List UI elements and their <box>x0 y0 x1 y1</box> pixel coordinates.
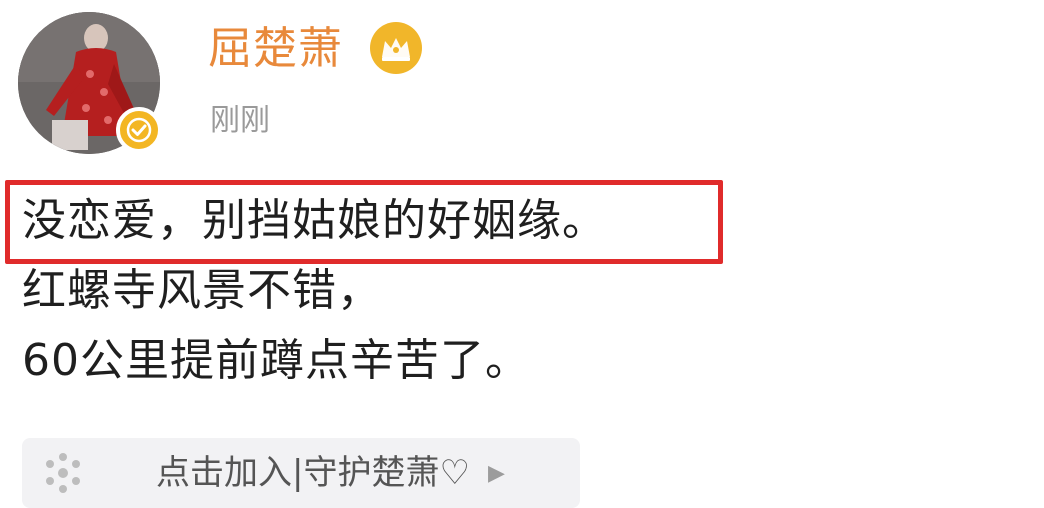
post-line: 红螺寺风景不错， <box>22 265 382 316</box>
join-supergroup-bar[interactable]: 点击加入|守护楚萧♡ ▶ <box>22 438 580 508</box>
sparkle-icon <box>46 453 80 493</box>
crown-icon[interactable] <box>370 22 422 74</box>
username[interactable]: 屈楚萧 <box>208 18 343 80</box>
post-content: 没恋爱，别挡姑娘的好姻缘。 红螺寺风景不错， 60公里提前蹲点辛苦了。 <box>22 186 1002 396</box>
post-line: 60公里提前蹲点辛苦了。 <box>22 335 530 386</box>
join-label: 点击加入|守护楚萧♡ <box>156 453 470 493</box>
timestamp: 刚刚 <box>210 103 270 138</box>
verified-check-icon <box>116 107 162 153</box>
chevron-right-icon: ▶ <box>487 460 505 486</box>
post-line: 没恋爱，别挡姑娘的好姻缘。 <box>22 195 607 246</box>
